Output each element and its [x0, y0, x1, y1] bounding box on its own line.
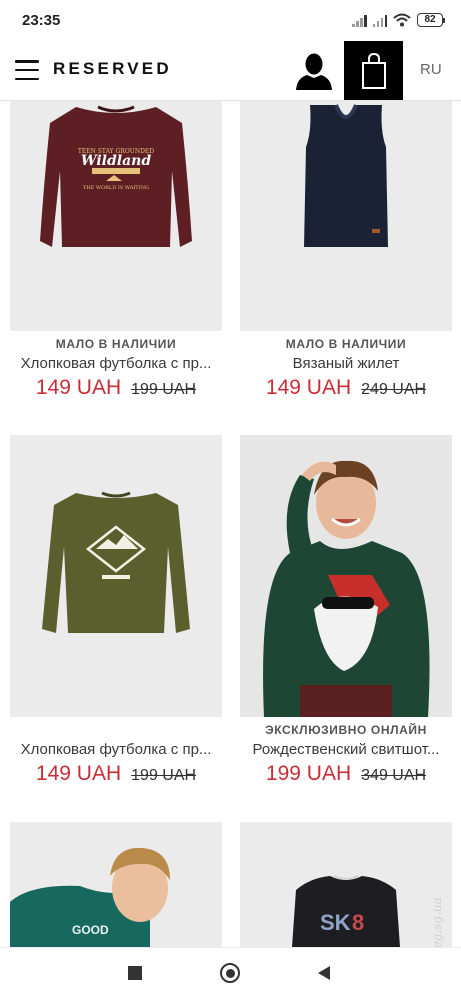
product-badge: МАЛО В НАЛИЧИИ [55, 337, 177, 351]
svg-text:SK: SK [320, 910, 351, 935]
language-switch[interactable]: RU [420, 61, 442, 78]
product-badge: МАЛО В НАЛИЧИИ [285, 337, 407, 351]
price-current: 149 UAH [35, 376, 122, 399]
system-nav-bar [0, 947, 461, 1000]
price-current: 149 UAH [35, 762, 122, 785]
triangle-back-icon [318, 966, 330, 980]
battery-level: 82 [417, 13, 443, 27]
svg-text:THE WORLD IS WAITING: THE WORLD IS WAITING [83, 185, 149, 191]
svg-text:Wildland: Wildland [81, 153, 151, 169]
price-old: 349 UAH [361, 767, 427, 784]
product-price: 149 UAH 199 UAH [10, 376, 222, 400]
back-button[interactable] [312, 961, 336, 985]
price-old: 249 UAH [361, 381, 427, 398]
svg-text:8: 8 [352, 910, 364, 935]
svg-text:GOOD: GOOD [72, 923, 109, 937]
signal-icon [352, 14, 367, 27]
user-icon [296, 53, 332, 90]
cart-button[interactable] [344, 41, 403, 100]
price-current: 149 UAH [265, 376, 352, 399]
product-image[interactable]: GOOD [10, 822, 222, 947]
circle-home-icon [220, 963, 240, 983]
price-old: 199 UAH [131, 381, 197, 398]
product-image[interactable] [240, 101, 452, 331]
status-icons: 82 [352, 13, 445, 27]
product-price: 199 UAH 349 UAH [240, 762, 452, 786]
wifi-icon [393, 13, 411, 27]
battery-icon: 82 [417, 13, 445, 27]
product-badge: ЭКСКЛЮЗИВНО ОНЛАЙН [265, 723, 427, 737]
product-grid: TEEN STAY GROUNDED Wildland THE WORLD IS… [0, 101, 461, 947]
product-name[interactable]: Хлопковая футболка с пр... [10, 741, 222, 758]
brand-logo[interactable]: RESERVED [53, 59, 172, 79]
recents-button[interactable] [123, 961, 147, 985]
product-price: 149 UAH 199 UAH [10, 762, 222, 786]
shopping-bag-icon [361, 52, 386, 89]
price-current: 199 UAH [265, 762, 352, 785]
price-old: 199 UAH [131, 767, 197, 784]
square-icon [128, 966, 142, 980]
signal-icon [372, 14, 387, 27]
product-image[interactable]: TEEN STAY GROUNDED Wildland THE WORLD IS… [10, 101, 222, 331]
app-header: RESERVED RU [0, 40, 461, 101]
product-name[interactable]: Рождественский свитшот... [240, 741, 452, 758]
menu-icon[interactable] [15, 60, 39, 80]
home-button[interactable] [218, 961, 242, 985]
product-name[interactable]: Хлопковая футболка с пр... [10, 355, 222, 372]
product-price: 149 UAH 249 UAH [240, 376, 452, 400]
status-time: 23:35 [22, 11, 61, 29]
product-image[interactable] [10, 435, 222, 717]
product-image[interactable] [240, 435, 452, 717]
product-image[interactable]: SK 8 [240, 822, 452, 947]
status-bar: 23:35 82 [0, 0, 461, 40]
account-button[interactable] [294, 52, 334, 90]
product-name[interactable]: Вязаный жилет [240, 355, 452, 372]
